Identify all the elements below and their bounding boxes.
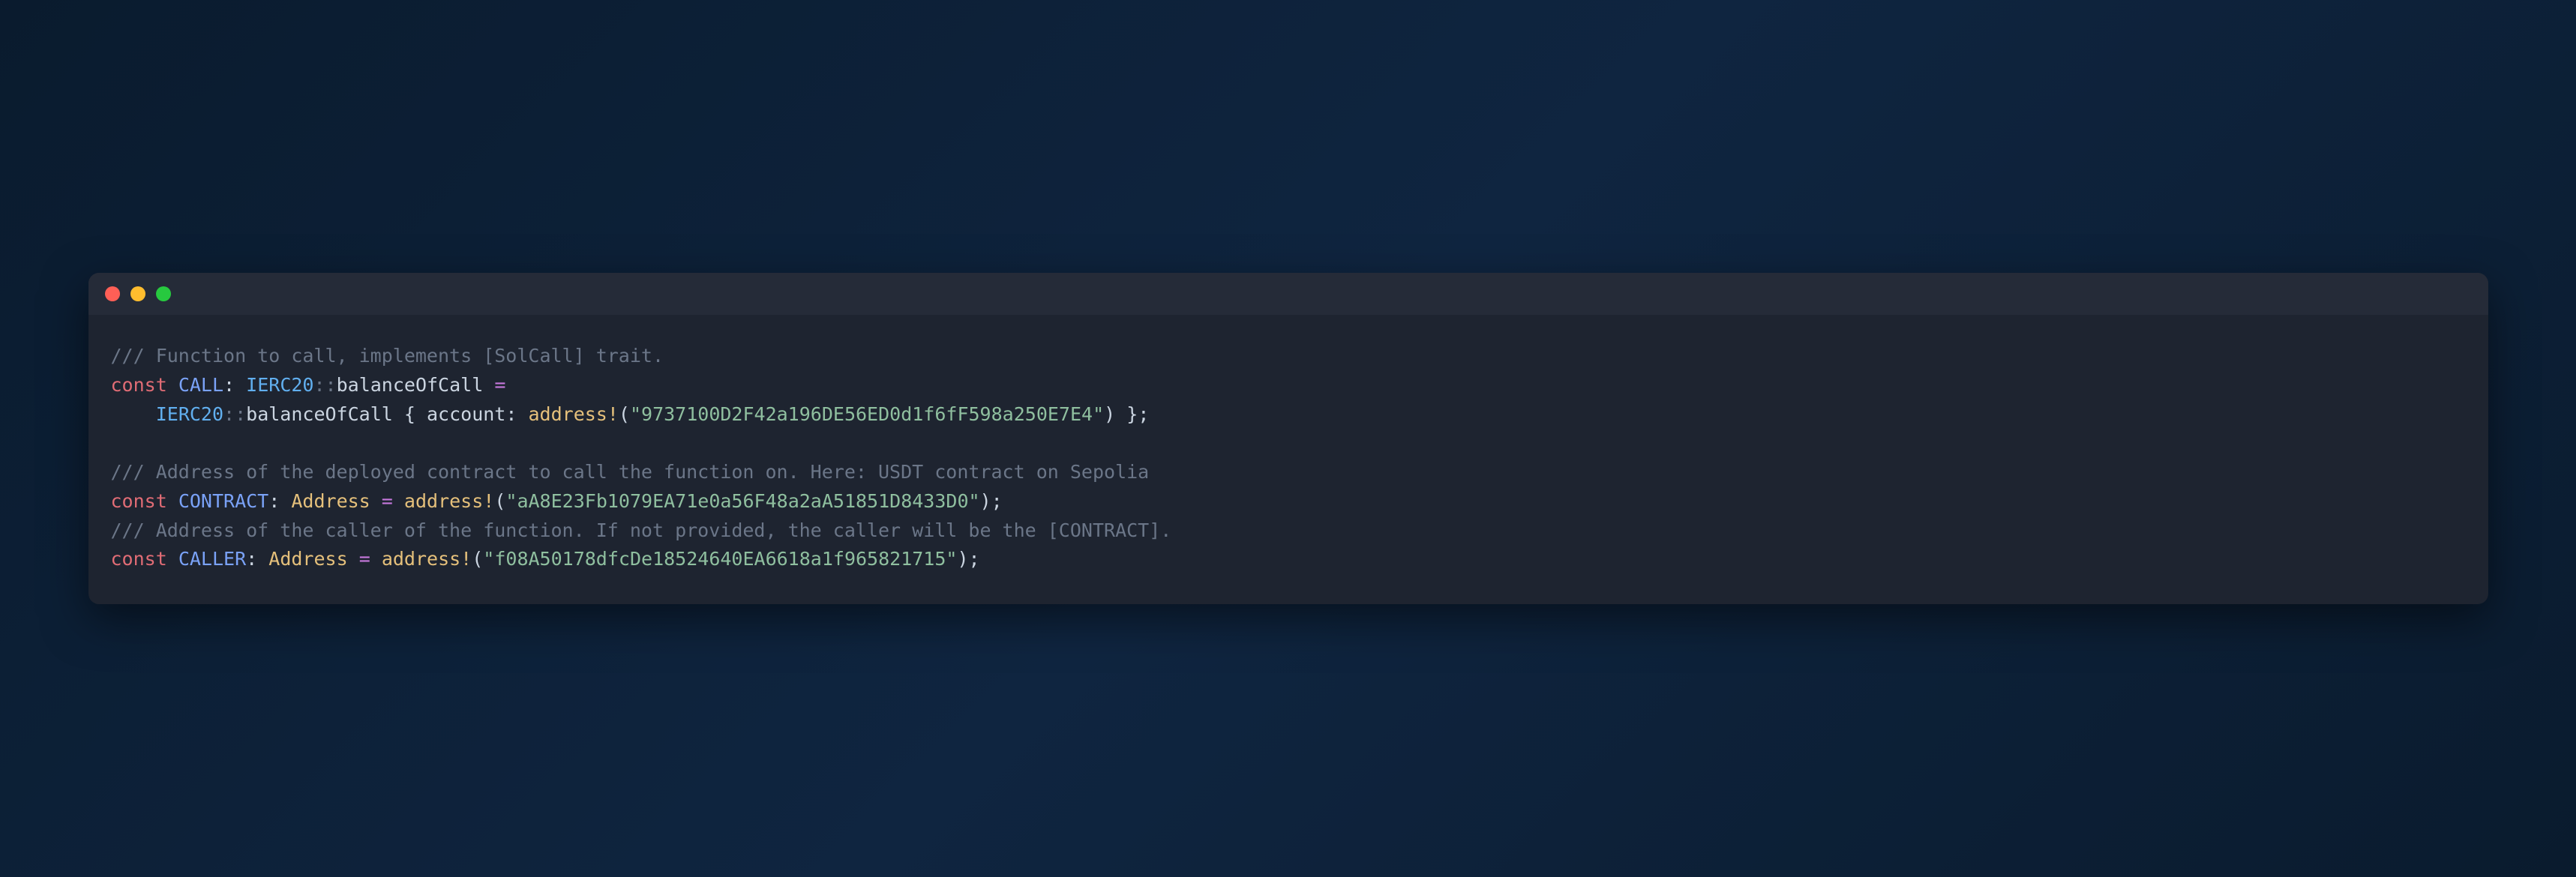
op-eq: = <box>382 490 393 512</box>
window-titlebar <box>88 273 2488 315</box>
code-comment: /// Function to call, implements [SolCal… <box>111 345 664 367</box>
string-contract-address: "aA8E23Fb1079EA71e0a56F48a2aA51851D8433D… <box>505 490 979 512</box>
const-contract: CONTRACT <box>178 490 268 512</box>
punct-semicolon: ; <box>991 490 1003 512</box>
punct-lparen: ( <box>472 548 483 570</box>
field-account: account <box>427 403 505 425</box>
punct-lbrace: { <box>404 403 415 425</box>
punct-lparen: ( <box>619 403 630 425</box>
op-eq: = <box>494 374 505 396</box>
macro-address: address! <box>528 403 618 425</box>
type-address: Address <box>268 548 347 570</box>
punct-colon: : <box>223 374 235 396</box>
punct-colon: : <box>268 490 280 512</box>
punct-path: :: <box>313 374 336 396</box>
code-block[interactable]: /// Function to call, implements [SolCal… <box>88 315 2488 604</box>
punct-rbrace: } <box>1126 403 1138 425</box>
punct-colon: : <box>505 403 517 425</box>
punct-path: :: <box>223 403 246 425</box>
minimize-icon[interactable] <box>130 286 145 301</box>
type-ierc20: IERC20 <box>246 374 313 396</box>
keyword-const: const <box>111 374 167 396</box>
string-caller-address: "f08A50178dfcDe18524640EA6618a1f96582171… <box>483 548 957 570</box>
punct-rparen: ) <box>980 490 991 512</box>
punct-lparen: ( <box>494 490 505 512</box>
string-account-address: "9737100D2F42a196DE56ED0d1f6fF598a250E7E… <box>630 403 1104 425</box>
type-address: Address <box>291 490 370 512</box>
close-icon[interactable] <box>105 286 120 301</box>
punct-semicolon: ; <box>969 548 980 570</box>
member-balanceofcall: balanceOfCall <box>337 374 484 396</box>
punct-colon: : <box>246 548 257 570</box>
macro-address: address! <box>404 490 494 512</box>
punct-rparen: ) <box>1104 403 1115 425</box>
macro-address: address! <box>382 548 472 570</box>
type-ierc20: IERC20 <box>156 403 223 425</box>
code-window: /// Function to call, implements [SolCal… <box>88 273 2488 604</box>
const-caller: CALLER <box>178 548 246 570</box>
const-call: CALL <box>178 374 223 396</box>
keyword-const: const <box>111 490 167 512</box>
code-comment: /// Address of the caller of the functio… <box>111 519 1172 541</box>
maximize-icon[interactable] <box>156 286 171 301</box>
member-balanceofcall: balanceOfCall <box>246 403 393 425</box>
punct-semicolon: ; <box>1138 403 1149 425</box>
punct-rparen: ) <box>957 548 968 570</box>
op-eq: = <box>359 548 370 570</box>
keyword-const: const <box>111 548 167 570</box>
code-comment: /// Address of the deployed contract to … <box>111 461 1150 483</box>
